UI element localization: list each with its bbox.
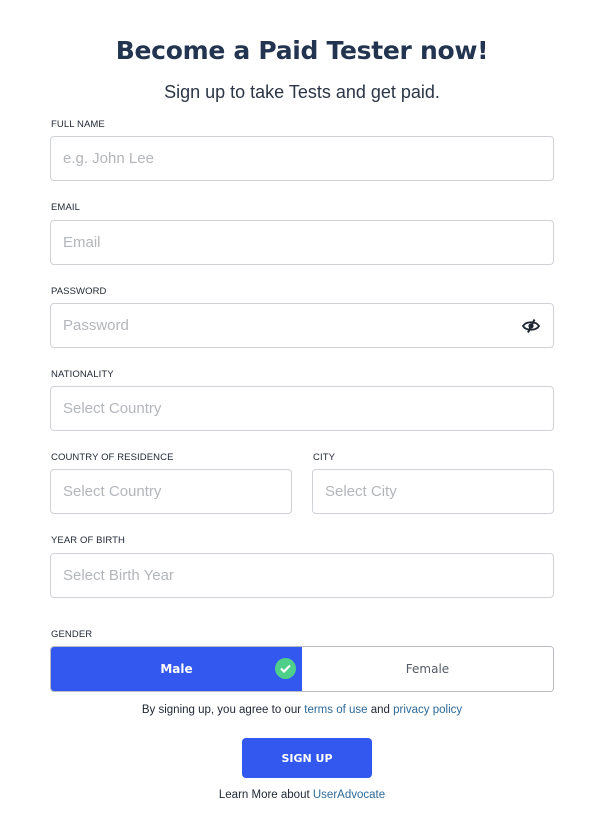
eye-slash-icon[interactable] — [521, 318, 541, 334]
check-icon — [275, 658, 296, 679]
page-title: Become a Paid Tester now! — [115, 36, 489, 65]
email-field[interactable] — [50, 220, 554, 265]
email-label: EMAIL — [51, 202, 81, 213]
gender-toggle[interactable]: Male Female — [50, 646, 554, 692]
gender-option-label: Male — [160, 662, 193, 676]
full-name-input[interactable] — [51, 137, 553, 180]
gender-option-female[interactable]: Female — [302, 647, 553, 691]
nationality-select[interactable] — [50, 386, 554, 431]
email-input[interactable] — [51, 221, 553, 264]
gender-label: GENDER — [51, 629, 93, 640]
city-label: CITY — [313, 452, 336, 463]
password-field[interactable] — [50, 303, 554, 348]
full-name-field[interactable] — [50, 136, 554, 181]
page-subtitle: Sign up to take Tests and get paid. — [164, 82, 440, 102]
password-input[interactable] — [51, 304, 553, 347]
year-of-birth-select[interactable] — [50, 553, 554, 598]
year-of-birth-label: YEAR OF BIRTH — [51, 535, 125, 546]
sign-up-button[interactable]: SIGN UP — [242, 738, 372, 778]
useradvocate-link[interactable]: UserAdvocate — [313, 789, 385, 801]
gender-option-male[interactable]: Male — [51, 647, 302, 691]
terms-of-use-link[interactable]: terms of use — [304, 704, 367, 716]
terms-middle: and — [367, 704, 394, 716]
country-of-residence-select[interactable] — [50, 469, 292, 514]
privacy-policy-link[interactable]: privacy policy — [393, 704, 462, 716]
city-select[interactable] — [312, 469, 554, 514]
learn-more: Learn More about UserAdvocate — [0, 789, 597, 801]
country-of-residence-label: COUNTRY OF RESIDENCE — [51, 452, 174, 463]
nationality-input[interactable] — [51, 387, 553, 430]
learn-more-prefix: Learn More about — [218, 789, 313, 801]
password-label: PASSWORD — [51, 286, 107, 297]
year-of-birth-input[interactable] — [51, 554, 553, 597]
city-input[interactable] — [313, 470, 553, 513]
full-name-label: FULL NAME — [51, 119, 105, 130]
gender-option-label: Female — [405, 662, 450, 676]
nationality-label: NATIONALITY — [51, 369, 114, 380]
terms-prefix: By signing up, you agree to our — [141, 704, 305, 716]
terms-notice: By signing up, you agree to our terms of… — [0, 704, 597, 716]
country-of-residence-input[interactable] — [51, 470, 291, 513]
